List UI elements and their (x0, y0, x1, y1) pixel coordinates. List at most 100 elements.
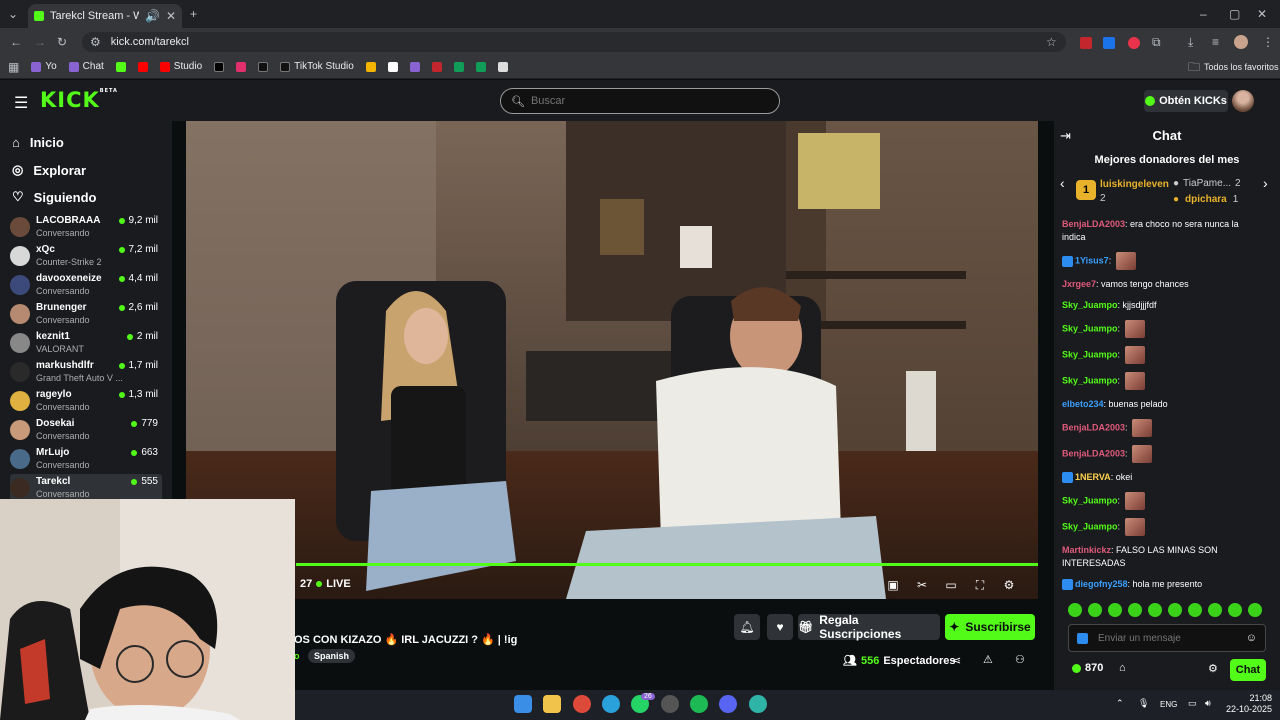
apps-grid-icon[interactable]: ▦ (8, 61, 19, 73)
tray-chevron-icon[interactable]: ⌃ (1116, 698, 1124, 709)
bookmark-extra[interactable] (453, 61, 464, 72)
minimize-icon[interactable]: – (1200, 8, 1207, 20)
chat-username[interactable]: BenjaLDA2003 (1062, 422, 1125, 432)
close-window-icon[interactable]: ✕ (1257, 8, 1267, 20)
chat-username[interactable]: Sky_Juampo (1062, 375, 1118, 385)
volume-icon[interactable]: 🔊︎ (1205, 698, 1211, 709)
spotify-icon[interactable] (690, 695, 708, 713)
nav-siguiendo[interactable]: ♡ Siguiendo (12, 189, 97, 205)
fullscreen-icon[interactable]: ⛶ (973, 578, 987, 592)
share-icon[interactable]: ⋖ (952, 654, 961, 667)
bookmark-youtube[interactable] (137, 61, 148, 72)
chat-username[interactable]: Sky_Juampo (1062, 323, 1118, 333)
subscribe-button[interactable]: ✦ Suscribirse (945, 614, 1035, 640)
system-clock[interactable]: 21:08 22-10-2025 (1226, 693, 1272, 715)
start-icon[interactable] (514, 695, 532, 713)
donor-name[interactable]: luiskingeleven (1100, 179, 1169, 190)
extensions-puzzle-icon[interactable]: ⧉ (1152, 36, 1161, 48)
bookmark-kick[interactable] (115, 61, 126, 72)
donor-entry[interactable]: ● TiaPame... 2 (1173, 178, 1241, 189)
bookmark-star-icon[interactable]: ☆ (1046, 36, 1057, 48)
extension-icon[interactable] (1103, 37, 1115, 49)
nav-inicio[interactable]: ⌂ Inicio (12, 135, 64, 150)
user-settings-icon[interactable]: ⚇ (1015, 653, 1025, 666)
chat-username[interactable]: elbeto234 (1062, 399, 1104, 409)
chat-username[interactable]: Jxrgee7 (1062, 279, 1096, 289)
chat-input[interactable] (1097, 632, 1238, 644)
report-icon[interactable]: ⚠ (983, 653, 993, 666)
app-icon[interactable] (661, 695, 679, 713)
bookmark-extra[interactable] (475, 61, 486, 72)
quick-emotes-row[interactable] (1068, 603, 1268, 619)
back-icon[interactable]: ← (10, 36, 22, 48)
clip-icon[interactable]: ✂ (915, 578, 929, 592)
reading-list-icon[interactable]: ≡ (1212, 36, 1219, 48)
network-icon[interactable]: ▭ (1188, 698, 1197, 709)
extension-icon[interactable] (1080, 37, 1092, 49)
sidebar-channel[interactable]: rageylo Conversando 1,3 mil (10, 387, 162, 416)
telegram-icon[interactable] (602, 695, 620, 713)
donor-entry[interactable]: ● dpichara 1 (1173, 194, 1238, 205)
chevron-right-icon[interactable]: › (1263, 175, 1268, 191)
send-chat-button[interactable]: Chat (1230, 659, 1266, 681)
bookmark-x[interactable] (214, 61, 225, 72)
profile-avatar[interactable] (1234, 35, 1248, 49)
discord-icon[interactable] (719, 695, 737, 713)
tab-search-icon[interactable]: ⌄ (8, 8, 18, 20)
get-kicks-button[interactable]: Obtén KICKs (1144, 90, 1228, 112)
chevron-left-icon[interactable]: ‹ (1060, 175, 1065, 191)
chat-username[interactable]: Martinkickz (1062, 545, 1111, 555)
edge-icon[interactable] (749, 695, 767, 713)
hamburger-menu-icon[interactable]: ☰ (14, 93, 28, 113)
microphone-icon[interactable]: 🎙︎ (1138, 698, 1149, 709)
sidebar-channel[interactable]: keznit1 VALORANT 2 mil (10, 329, 162, 358)
bookmark-instagram[interactable] (236, 61, 247, 72)
extension-icon[interactable] (1128, 37, 1140, 49)
bookmark-extra[interactable] (497, 61, 508, 72)
chrome-icon[interactable] (573, 695, 591, 713)
bookmark-extra[interactable] (431, 61, 442, 72)
language-indicator[interactable]: ENG (1160, 700, 1177, 709)
bookmark-tiktok-studio[interactable]: TikTok Studio (280, 61, 354, 72)
sidebar-channel[interactable]: MrLujo Conversando 663 (10, 445, 162, 474)
menu-kebab-icon[interactable]: ⋮ (1262, 36, 1274, 48)
chat-settings-icon[interactable]: ⚙ (1208, 662, 1218, 675)
chat-username[interactable]: BenjaLDA2003 (1062, 219, 1125, 229)
site-info-icon[interactable]: ⚙ (90, 36, 101, 48)
store-icon[interactable]: ⌂ (1119, 662, 1126, 674)
bookmark-extra[interactable] (387, 61, 398, 72)
all-favorites[interactable]: 🗀 Todos los favoritos (1188, 61, 1279, 73)
reload-icon[interactable]: ↻ (57, 36, 67, 48)
settings-gear-icon[interactable]: ⚙ (1002, 578, 1016, 592)
playback-progress-bar[interactable] (296, 563, 1038, 566)
browser-tab[interactable]: Tarekcl Stream - Watch Live 🔊 ✕ (28, 4, 182, 28)
sidebar-channel[interactable]: markushdlfr Grand Theft Auto V ... 1,7 mil (10, 358, 162, 387)
bookmark-studio[interactable]: Studio (159, 61, 202, 72)
notification-bell-button[interactable]: 🔔︎ (734, 614, 760, 640)
speaker-icon[interactable]: 🔊 (145, 10, 160, 22)
chat-username[interactable]: Sky_Juampo (1062, 349, 1118, 359)
language-tag[interactable]: Spanish (308, 649, 356, 663)
forward-icon[interactable]: → (34, 36, 46, 48)
search-bar[interactable]: 🔍︎ (500, 88, 780, 114)
nav-explorar[interactable]: ◎ Explorar (12, 162, 86, 178)
miniplayer-icon[interactable]: ▣ (886, 578, 900, 592)
chat-input-box[interactable]: ☺ (1068, 624, 1266, 652)
bookmark-extra[interactable] (409, 61, 420, 72)
bookmark-tiktok[interactable] (258, 61, 269, 72)
chat-username[interactable]: 1Yisus7 (1075, 255, 1109, 265)
search-input[interactable] (530, 95, 751, 107)
sidebar-channel[interactable]: xQc Counter-Strike 2 7,2 mil (10, 242, 162, 271)
kicks-balance[interactable]: 870 (1072, 662, 1103, 674)
new-tab-icon[interactable]: + (190, 8, 197, 20)
video-player[interactable] (186, 121, 1038, 599)
chat-username[interactable]: Sky_Juampo (1062, 300, 1118, 310)
chat-username[interactable]: 1NERVA (1075, 472, 1111, 482)
chat-username[interactable]: BenjaLDA2003 (1062, 448, 1125, 458)
bookmark-chat[interactable]: Chat (68, 61, 104, 72)
chat-username[interactable]: Sky_Juampo (1062, 495, 1118, 505)
follow-heart-button[interactable]: ♥ (767, 614, 793, 640)
sidebar-channel[interactable]: Dosekai Conversando 779 (10, 416, 162, 445)
theater-mode-icon[interactable]: ▭ (944, 578, 958, 592)
chat-username[interactable]: Sky_Juampo (1062, 521, 1118, 531)
